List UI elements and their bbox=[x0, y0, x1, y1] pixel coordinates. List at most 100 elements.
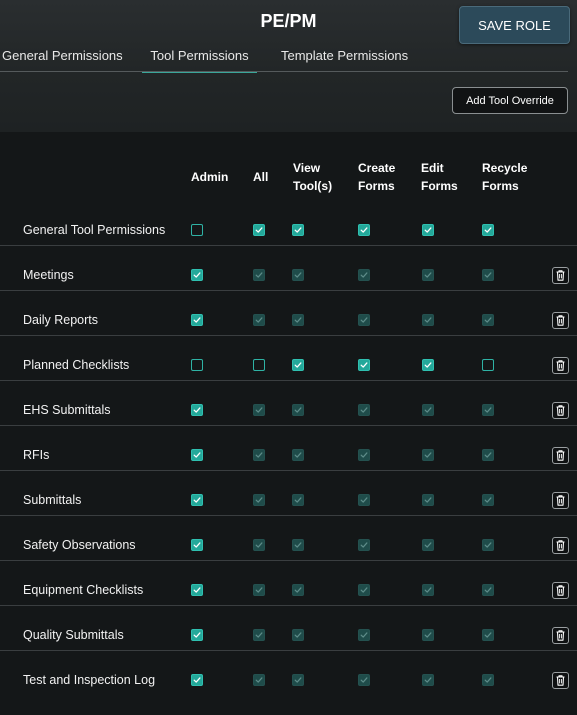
permission-checkbox[interactable] bbox=[191, 629, 203, 641]
tab-general-permissions[interactable]: General Permissions bbox=[2, 40, 123, 71]
permission-checkbox bbox=[253, 674, 265, 686]
permission-checkbox bbox=[292, 449, 304, 461]
delete-override-button[interactable] bbox=[552, 357, 569, 374]
column-header-view-tools: View Tool(s) bbox=[293, 159, 332, 195]
permission-checkbox[interactable] bbox=[191, 224, 203, 236]
column-header-line: Admin bbox=[191, 170, 229, 184]
row-divider bbox=[0, 380, 577, 381]
permission-checkbox bbox=[358, 629, 370, 641]
row-label: EHS Submittals bbox=[23, 403, 111, 417]
permission-checkbox bbox=[292, 269, 304, 281]
tab-tool-permissions[interactable]: Tool Permissions bbox=[142, 40, 257, 73]
column-header-admin: Admin bbox=[191, 168, 228, 186]
column-header-line: View bbox=[293, 161, 321, 175]
permission-checkbox[interactable] bbox=[191, 674, 203, 686]
permission-checkbox bbox=[482, 449, 494, 461]
delete-override-button[interactable] bbox=[552, 537, 569, 554]
row-label: RFIs bbox=[23, 448, 50, 462]
permission-checkbox bbox=[358, 314, 370, 326]
delete-override-button[interactable] bbox=[552, 492, 569, 509]
permission-checkbox bbox=[292, 539, 304, 551]
permission-checkbox[interactable] bbox=[191, 404, 203, 416]
delete-override-button[interactable] bbox=[552, 582, 569, 599]
permission-checkbox bbox=[482, 584, 494, 596]
permission-checkbox[interactable] bbox=[191, 314, 203, 326]
row-divider bbox=[0, 245, 577, 246]
column-header-line: Tool(s) bbox=[293, 179, 333, 193]
row-label: Meetings bbox=[23, 268, 74, 282]
delete-override-button[interactable] bbox=[552, 402, 569, 419]
permission-checkbox bbox=[482, 629, 494, 641]
permission-tabs: General Permissions Tool Permissions Tem… bbox=[0, 40, 577, 73]
row-divider bbox=[0, 335, 577, 336]
permission-checkbox[interactable] bbox=[292, 224, 304, 236]
tab-template-permissions[interactable]: Template Permissions bbox=[281, 40, 408, 71]
column-header-edit-forms: Edit Forms bbox=[421, 159, 458, 195]
column-header-all: All bbox=[253, 168, 268, 186]
permission-checkbox bbox=[482, 314, 494, 326]
column-header-recycle-forms: Recycle Forms bbox=[482, 159, 527, 195]
permission-checkbox bbox=[292, 494, 304, 506]
permission-checkbox[interactable] bbox=[482, 359, 494, 371]
permission-checkbox[interactable] bbox=[191, 449, 203, 461]
permission-checkbox[interactable] bbox=[292, 359, 304, 371]
delete-override-button[interactable] bbox=[552, 267, 569, 284]
permission-checkbox[interactable] bbox=[482, 224, 494, 236]
permission-checkbox bbox=[253, 584, 265, 596]
permission-checkbox bbox=[422, 584, 434, 596]
permission-checkbox bbox=[292, 584, 304, 596]
row-divider bbox=[0, 425, 577, 426]
delete-override-button[interactable] bbox=[552, 447, 569, 464]
permission-checkbox bbox=[253, 539, 265, 551]
permission-checkbox bbox=[292, 314, 304, 326]
permission-checkbox[interactable] bbox=[422, 224, 434, 236]
permission-checkbox[interactable] bbox=[253, 224, 265, 236]
permission-checkbox bbox=[422, 674, 434, 686]
row-divider bbox=[0, 470, 577, 471]
row-label: Submittals bbox=[23, 493, 82, 507]
permission-checkbox[interactable] bbox=[191, 539, 203, 551]
permission-checkbox[interactable] bbox=[191, 359, 203, 371]
save-role-button[interactable]: SAVE ROLE bbox=[459, 6, 570, 44]
permission-checkbox bbox=[482, 539, 494, 551]
permission-checkbox bbox=[253, 404, 265, 416]
tabs-divider bbox=[0, 71, 568, 72]
permission-checkbox[interactable] bbox=[253, 359, 265, 371]
permission-checkbox bbox=[292, 674, 304, 686]
permission-checkbox bbox=[422, 449, 434, 461]
permission-checkbox bbox=[422, 629, 434, 641]
delete-override-button[interactable] bbox=[552, 312, 569, 329]
permission-checkbox bbox=[482, 269, 494, 281]
tool-permissions-table: Admin All View Tool(s) Create Forms Edit… bbox=[0, 132, 577, 715]
permission-checkbox bbox=[253, 494, 265, 506]
permission-checkbox[interactable] bbox=[358, 359, 370, 371]
permission-checkbox bbox=[422, 269, 434, 281]
permission-checkbox[interactable] bbox=[191, 584, 203, 596]
column-header-line: Forms bbox=[358, 179, 395, 193]
row-divider bbox=[0, 650, 577, 651]
row-label: Equipment Checklists bbox=[23, 583, 144, 597]
row-divider bbox=[0, 605, 577, 606]
permission-checkbox bbox=[422, 539, 434, 551]
permission-checkbox bbox=[292, 629, 304, 641]
permission-checkbox bbox=[358, 584, 370, 596]
row-label: Test and Inspection Log bbox=[23, 673, 156, 687]
delete-override-button[interactable] bbox=[552, 627, 569, 644]
row-label: Planned Checklists bbox=[23, 358, 130, 372]
delete-override-button[interactable] bbox=[552, 672, 569, 689]
permission-checkbox bbox=[253, 314, 265, 326]
permission-checkbox bbox=[358, 539, 370, 551]
add-tool-override-button[interactable]: Add Tool Override bbox=[452, 87, 568, 114]
permission-checkbox[interactable] bbox=[422, 359, 434, 371]
permission-checkbox bbox=[422, 494, 434, 506]
column-header-create-forms: Create Forms bbox=[358, 159, 395, 195]
permission-checkbox bbox=[253, 449, 265, 461]
permission-checkbox[interactable] bbox=[358, 224, 370, 236]
permission-checkbox bbox=[358, 449, 370, 461]
permission-checkbox bbox=[422, 404, 434, 416]
permission-checkbox bbox=[358, 674, 370, 686]
permission-checkbox[interactable] bbox=[191, 269, 203, 281]
permission-checkbox bbox=[482, 404, 494, 416]
permission-checkbox[interactable] bbox=[191, 494, 203, 506]
column-header-line: Edit bbox=[421, 161, 444, 175]
